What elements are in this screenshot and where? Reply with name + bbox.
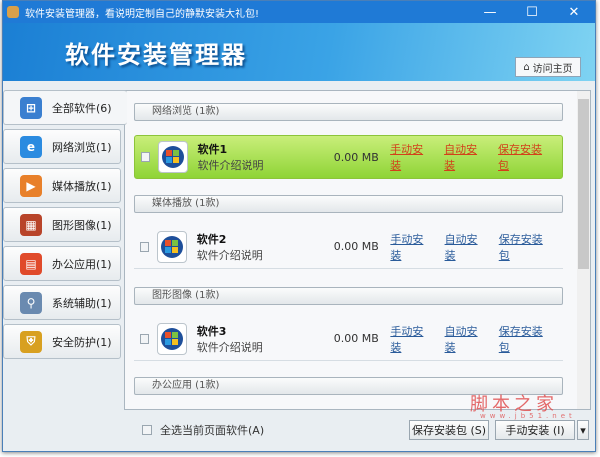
software-thumbnail (157, 230, 187, 263)
software-checkbox[interactable] (141, 152, 151, 162)
sidebar-item[interactable]: ▦ 图形图像(1) (3, 207, 121, 242)
title-bar: 软件安装管理器，看说明定制自己的静默安装大礼包! — ☐ ✕ (3, 1, 595, 23)
software-name: 软件2 (196, 232, 227, 246)
sidebar-item[interactable]: ⊞ 全部软件(6) (3, 90, 127, 125)
maximize-button[interactable]: ☐ (511, 5, 553, 20)
software-thumbnail (158, 141, 188, 173)
software-name: 软件3 (196, 324, 227, 338)
sidebar-item[interactable]: e 网络浏览(1) (3, 129, 121, 164)
sidebar-item-label: 安全防护(1) (52, 335, 112, 349)
scrollbar-thumb[interactable] (578, 99, 589, 269)
window-title: 软件安装管理器，看说明定制自己的静默安装大礼包! (25, 8, 260, 20)
sidebar-item[interactable]: ⚲ 系统辅助(1) (3, 285, 121, 320)
close-button[interactable]: ✕ (553, 5, 595, 20)
software-description: 软件介绍说明 (197, 159, 264, 172)
software-thumbnail (157, 322, 187, 355)
sidebar-item[interactable]: ⛨ 安全防护(1) (3, 324, 121, 359)
windows-logo-icon (161, 235, 184, 258)
save-package-button[interactable]: 保存安装包 (S) (409, 420, 489, 440)
app-icon (7, 6, 19, 18)
software-row[interactable]: 软件3 软件介绍说明 0.00 MB 手动安装 自动安装 保存安装包 (134, 317, 563, 361)
visit-homepage-button[interactable]: ⌂ 访问主页 (515, 57, 581, 77)
footer-bar: 全选当前页面软件(A) 保存安装包 (S) 手动安装 (I) ▾ (124, 416, 591, 444)
media-player-icon: ▶ (20, 174, 42, 197)
manual-install-link[interactable]: 手动安装 (390, 231, 430, 263)
manual-install-link[interactable]: 手动安装 (390, 141, 430, 173)
image-icon: ▦ (20, 213, 42, 236)
software-description: 软件介绍说明 (196, 340, 263, 354)
banner: 软件安装管理器 ⌂ 访问主页 (3, 23, 595, 81)
save-package-link[interactable]: 保存安装包 (498, 141, 548, 173)
software-checkbox[interactable] (140, 241, 150, 252)
manual-install-link[interactable]: 手动安装 (390, 323, 430, 355)
section-header[interactable]: 媒体播放 (1款) (134, 195, 563, 213)
home-icon: ⌂ (523, 61, 530, 73)
software-list: 网络浏览 (1款) 软件1 软件介绍说明 0.00 MB 手动安装 自动安装 保存… (124, 90, 591, 410)
software-size: 0.00 MB (333, 332, 379, 345)
select-all-checkbox[interactable] (142, 425, 152, 435)
sidebar-item[interactable]: ▤ 办公应用(1) (3, 246, 121, 281)
software-description: 软件介绍说明 (196, 248, 263, 262)
software-row[interactable]: 软件2 软件介绍说明 0.00 MB 手动安装 自动安装 保存安装包 (134, 225, 563, 269)
section-header[interactable]: 图形图像 (1款) (134, 287, 563, 305)
sidebar-item-label: 全部软件(6) (52, 101, 112, 115)
save-package-link[interactable]: 保存安装包 (499, 323, 549, 355)
sidebar-item[interactable]: ▶ 媒体播放(1) (3, 168, 121, 203)
home-button-label: 访问主页 (532, 63, 573, 75)
software-checkbox[interactable] (140, 333, 150, 344)
ie-icon: e (20, 135, 42, 158)
software-size: 0.00 MB (333, 150, 379, 164)
select-all-label[interactable]: 全选当前页面软件(A) (160, 422, 409, 438)
software-name: 软件1 (197, 143, 228, 156)
save-package-link[interactable]: 保存安装包 (499, 231, 549, 263)
windows-logo-icon (161, 327, 184, 350)
auto-install-link[interactable]: 自动安装 (445, 231, 485, 263)
office-icon: ▤ (20, 252, 42, 275)
shield-icon: ⛨ (20, 330, 42, 353)
install-dropdown-button[interactable]: ▾ (577, 420, 589, 440)
sidebar-item-label: 系统辅助(1) (52, 296, 112, 310)
magnifier-icon: ⚲ (20, 291, 42, 314)
sidebar-item-label: 图形图像(1) (52, 218, 112, 232)
manual-install-button[interactable]: 手动安装 (I) (495, 420, 575, 440)
sidebar-item-label: 媒体播放(1) (52, 179, 112, 193)
scrollbar[interactable] (577, 91, 590, 409)
app-logo: 软件安装管理器 (65, 41, 247, 69)
category-sidebar: ⊞ 全部软件(6) e 网络浏览(1) ▶ 媒体播放(1) ▦ 图形图像(1) ▤ 办公应用(1)… (3, 90, 127, 363)
auto-install-link[interactable]: 自动安装 (445, 323, 485, 355)
windows-logo-icon (161, 146, 184, 168)
sidebar-item-label: 网络浏览(1) (52, 140, 112, 154)
software-row[interactable]: 软件1 软件介绍说明 0.00 MB 手动安装 自动安装 保存安装包 (134, 135, 563, 179)
windows-icon: ⊞ (20, 96, 42, 119)
software-size: 0.00 MB (333, 240, 379, 253)
auto-install-link[interactable]: 自动安装 (444, 141, 484, 173)
minimize-button[interactable]: — (469, 5, 511, 20)
sidebar-item-label: 办公应用(1) (52, 257, 112, 271)
section-header[interactable]: 网络浏览 (1款) (134, 103, 563, 121)
